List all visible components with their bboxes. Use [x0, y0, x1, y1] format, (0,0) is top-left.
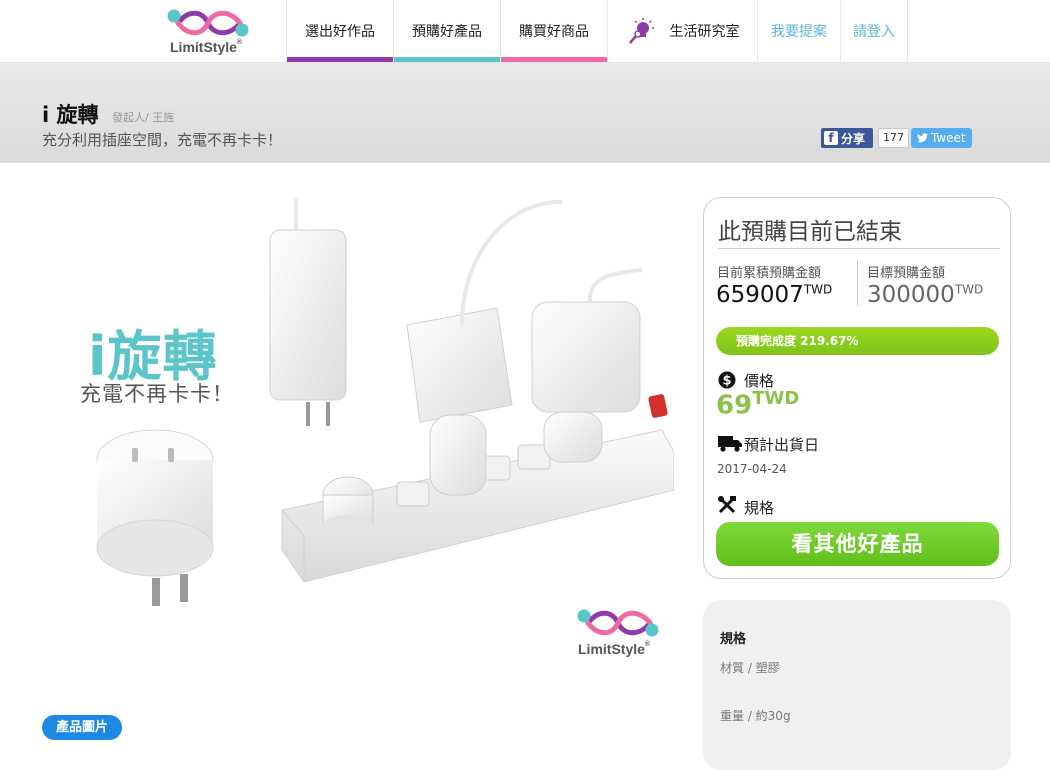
nav-login[interactable]: 請登入	[840, 0, 908, 62]
progress-text: 預購完成度 219.67%	[736, 334, 859, 348]
goal-label: 目標預購金額	[867, 266, 946, 281]
hero-subtitle: 充電不再卡卡！	[80, 382, 234, 406]
tools-icon	[718, 496, 736, 514]
nav-label: 請登入	[853, 24, 895, 40]
spec-weight: 重量 / 約30g	[720, 709, 791, 723]
ship-date-label: 預計出貨日	[744, 436, 820, 454]
share-label: 分享	[841, 131, 866, 146]
project-header: i 旋轉 發起人/ 王旌 充分利用插座空間，充電不再卡卡！ f 分享 177 T…	[0, 63, 1050, 163]
nav-vote-works[interactable]: 選出好作品	[286, 0, 393, 62]
nav-underline	[287, 57, 393, 62]
project-founder: 發起人/ 王旌	[112, 111, 175, 124]
price-amount: 69TWD	[716, 388, 800, 421]
product-photos-tab[interactable]: 產品圖片	[42, 715, 122, 740]
nav-label: 預購好產品	[412, 24, 482, 40]
truck-icon	[718, 436, 742, 452]
svg-text:$: $	[722, 374, 731, 389]
facebook-share-button[interactable]: f 分享	[821, 128, 873, 148]
spec-card: 規格 材質 / 塑膠 重量 / 約30g	[703, 600, 1011, 770]
nav-label: 選出好作品	[305, 24, 375, 40]
nav-underline	[394, 57, 500, 62]
spec-title: 規格	[720, 632, 747, 647]
nav-underline	[501, 57, 607, 62]
project-title: i 旋轉	[42, 103, 99, 127]
funding-progress-bar: 預購完成度 219.67%	[716, 327, 999, 355]
nav-buy-goods[interactable]: 購買好商品	[500, 0, 607, 62]
nav-preorder-products[interactable]: 預購好產品	[393, 0, 500, 62]
funding-info-card: 此預購目前已結束 目前累積預購金額 659007TWD 目標預購金額 30000…	[703, 197, 1011, 579]
twitter-icon	[917, 133, 928, 143]
raised-amount: 659007TWD	[716, 282, 833, 308]
product-image[interactable]: i旋轉 充電不再卡卡！ LimitStyle®	[42, 190, 675, 690]
infinity-logo-icon	[577, 609, 659, 637]
campaign-status: 此預購目前已結束	[718, 212, 1000, 249]
lightbulb-icon	[628, 18, 654, 44]
nav-life-lab[interactable]: 生活研究室	[607, 0, 757, 62]
nav-submit-proposal[interactable]: 我要提案	[757, 0, 840, 62]
nav-label: 生活研究室	[669, 24, 740, 40]
ship-date: 2017-04-24	[717, 462, 787, 476]
raised-label: 目前累積預購金額	[717, 266, 822, 281]
goal-amount: 300000TWD	[867, 282, 984, 308]
facebook-icon: f	[824, 131, 838, 145]
dollar-icon: $	[718, 371, 736, 389]
logo-wordmark: LimitStyle®	[170, 39, 243, 55]
image-watermark-logo: LimitStyle®	[572, 605, 664, 661]
project-tagline: 充分利用插座空間，充電不再卡卡！	[42, 131, 283, 149]
nav-label: 我要提案	[771, 24, 827, 40]
top-navigation-bar: LimitStyle® 選出好作品 預購好產品 購買好商品 生活研究室 我要提案…	[0, 0, 1050, 63]
logo-wordmark: LimitStyle®	[578, 641, 651, 657]
tweet-label: Tweet	[931, 131, 966, 145]
infinity-logo-icon	[167, 9, 249, 37]
spec-material: 材質 / 塑膠	[720, 661, 780, 675]
nav-label: 購買好商品	[519, 24, 589, 40]
site-logo[interactable]: LimitStyle®	[162, 6, 254, 60]
see-other-products-button[interactable]: 看其他好產品	[716, 522, 999, 566]
divider	[857, 260, 858, 306]
share-count: 177	[878, 128, 909, 148]
tweet-button[interactable]: Tweet	[911, 128, 972, 148]
spec-label: 規格	[744, 499, 775, 517]
